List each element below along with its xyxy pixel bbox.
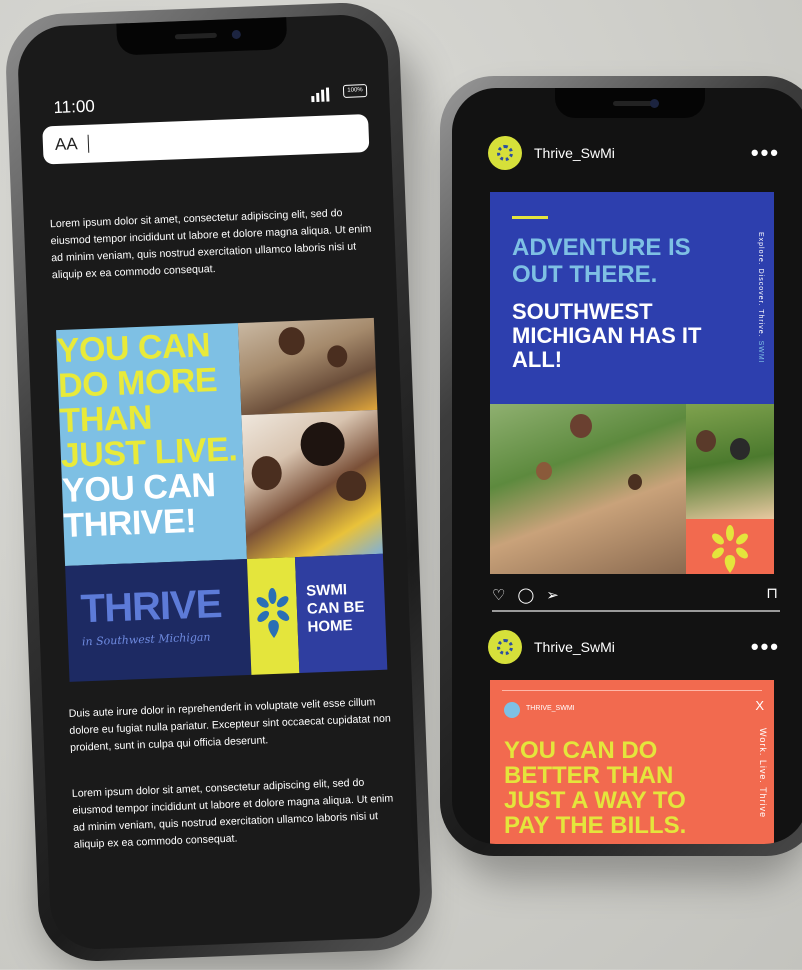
family-photo-dining xyxy=(237,317,378,416)
pin-flower-icon xyxy=(686,519,774,574)
vertical-tagline-text: Explore. Discover. Thrive. xyxy=(757,232,764,338)
vertical-tagline-highlight: SWMI xyxy=(757,340,764,364)
battery-icon: 100% xyxy=(342,84,368,98)
ad-headline-panel: YOU CAN DO MORE THAN JUST LIVE. YOU CAN … xyxy=(56,323,247,566)
story-handle: THRIVE_SWMI xyxy=(526,705,575,712)
avatar[interactable] xyxy=(488,136,522,170)
southwest-headline: SOUTHWEST MICHIGAN HAS IT ALL! xyxy=(512,299,702,372)
right-phone: Thrive_SwMi ••• ADVENTURE IS OUT THERE. … xyxy=(440,76,802,856)
right-phone-screen: Thrive_SwMi ••• ADVENTURE IS OUT THERE. … xyxy=(452,88,802,844)
swmi-line: HOME xyxy=(307,616,353,636)
status-time: 11:00 xyxy=(53,96,96,118)
post-header[interactable]: Thrive_SwMi xyxy=(488,136,615,170)
post-image-adventure[interactable]: ADVENTURE IS OUT THERE. SOUTHWEST MICHIG… xyxy=(490,192,774,574)
divider-line xyxy=(502,690,762,691)
article-paragraph: Lorem ipsum dolor sit amet, consectetur … xyxy=(71,776,394,851)
article-paragraph: Duis aute irure dolor in reprehenderit i… xyxy=(68,696,392,754)
thrive-logo-panel: THRIVE in Southwest Michigan xyxy=(65,558,252,682)
left-phone-screen: 11:00 100% AA Lorem ipsum dolor sit amet… xyxy=(16,13,422,951)
binoculars-girl-photo xyxy=(686,404,774,519)
notch xyxy=(116,17,288,56)
accent-dash xyxy=(512,216,548,219)
more-options-icon[interactable]: ••• xyxy=(751,634,780,660)
post-actions: ♡ ◯ ➢ xyxy=(492,586,559,604)
post-divider xyxy=(492,610,780,612)
post-username[interactable]: Thrive_SwMi xyxy=(534,639,615,655)
notch xyxy=(555,88,705,118)
vertical-tagline: Explore. Discover. Thrive. SWMI xyxy=(757,232,764,364)
adventure-banner: ADVENTURE IS OUT THERE. SOUTHWEST MICHIG… xyxy=(490,192,774,404)
article-paragraph: Lorem ipsum dolor sit amet, consectetur … xyxy=(49,207,372,282)
vertical-tagline: Work. Live. Thrive xyxy=(758,728,768,819)
adventure-headline: ADVENTURE IS OUT THERE. xyxy=(512,234,691,288)
camera-icon xyxy=(231,29,242,40)
avatar[interactable] xyxy=(488,630,522,664)
comment-icon[interactable]: ◯ xyxy=(517,586,534,604)
close-icon[interactable]: X xyxy=(755,698,764,713)
post-image-better[interactable]: THRIVE_SWMI X YOU CAN DO BETTER THAN JUS… xyxy=(490,680,774,844)
thrive-tagline: in Southwest Michigan xyxy=(81,630,211,649)
text-size-button[interactable]: AA xyxy=(55,134,78,155)
pin-flower-icon xyxy=(246,557,300,675)
hiking-family-photo xyxy=(490,404,686,574)
more-options-icon[interactable]: ••• xyxy=(751,140,780,166)
left-phone: 11:00 100% AA Lorem ipsum dolor sit amet… xyxy=(3,0,435,964)
signal-icon xyxy=(311,87,330,103)
ad-headline-white: YOU CAN THRIVE! xyxy=(61,466,217,545)
post-username[interactable]: Thrive_SwMi xyxy=(534,145,615,161)
avatar xyxy=(504,702,520,718)
send-icon[interactable]: ➢ xyxy=(546,586,559,604)
search-input[interactable]: AA xyxy=(42,114,370,165)
thrive-logo: THRIVE xyxy=(79,582,223,632)
swmi-home-panel: SWMI CAN BE HOME xyxy=(294,553,388,674)
post-header[interactable]: Thrive_SwMi xyxy=(488,630,615,664)
heart-icon[interactable]: ♡ xyxy=(492,586,505,604)
text-cursor xyxy=(87,134,90,153)
ad-headline-yellow: YOU CAN DO MORE THAN JUST LIVE. xyxy=(56,326,238,476)
thrive-ad-image[interactable]: YOU CAN DO MORE THAN JUST LIVE. YOU CAN … xyxy=(56,317,388,682)
better-headline: YOU CAN DO BETTER THAN JUST A WAY TO PAY… xyxy=(504,737,687,839)
family-photo-hug xyxy=(241,409,383,559)
bookmark-icon[interactable]: ⊓ xyxy=(766,584,778,602)
camera-icon xyxy=(650,99,659,108)
